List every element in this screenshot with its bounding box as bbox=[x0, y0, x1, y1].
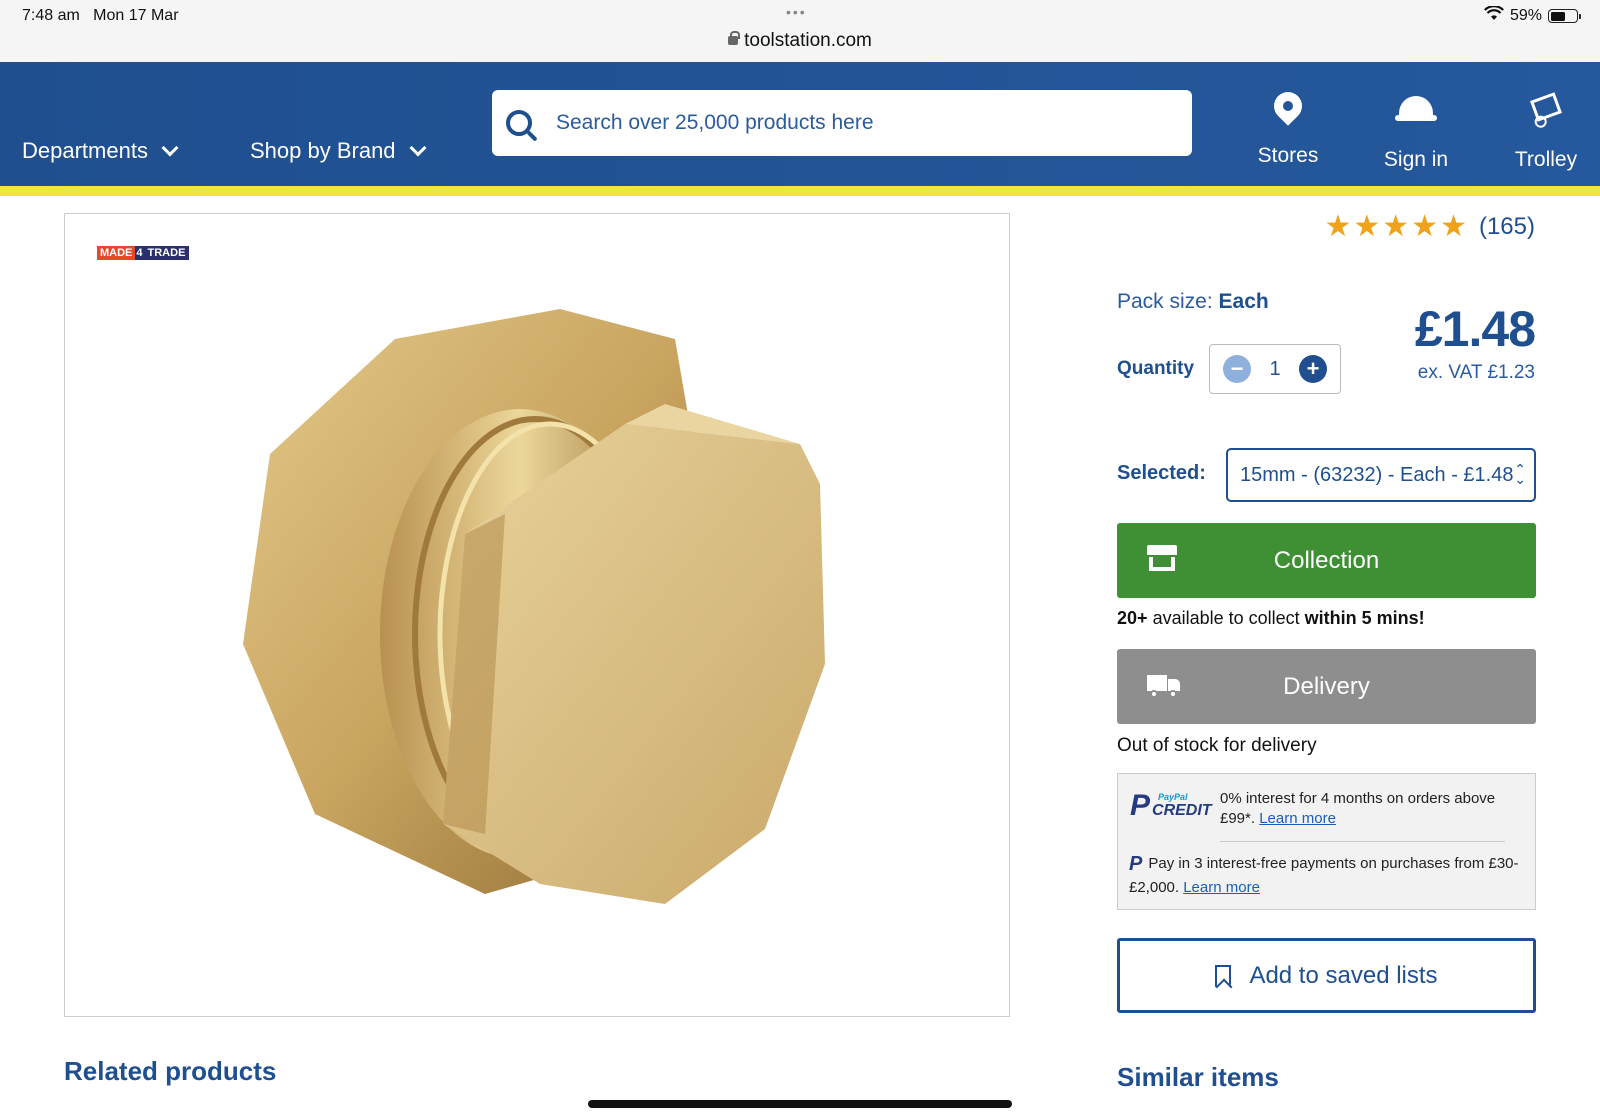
variant-select[interactable]: 15mm - (63232) - Each - £1.48 ⌃ ⌄ bbox=[1226, 448, 1536, 502]
paypal-credit-banner: P PayPal CREDIT 0% interest for 4 months … bbox=[1117, 773, 1536, 910]
rating-count[interactable]: (165) bbox=[1479, 213, 1535, 241]
lock-icon bbox=[728, 31, 741, 45]
star-icon: ★ bbox=[1324, 210, 1352, 243]
battery-percent: 59% bbox=[1509, 7, 1542, 24]
url-text: toolstation.com bbox=[744, 30, 872, 51]
site-header: Departments Shop by Brand Search over 25… bbox=[0, 62, 1600, 196]
delivery-status: Out of stock for delivery bbox=[1117, 735, 1317, 756]
store-icon bbox=[1147, 545, 1177, 571]
stores-label: Stores bbox=[1257, 144, 1319, 167]
select-arrows-icon: ⌃ ⌄ bbox=[1514, 461, 1526, 487]
star-icon: ★ bbox=[1353, 210, 1381, 243]
search-placeholder: Search over 25,000 products here bbox=[556, 111, 874, 134]
search-input[interactable]: Search over 25,000 products here bbox=[492, 90, 1192, 156]
variant-select-value: 15mm - (63232) - Each - £1.48 bbox=[1240, 463, 1514, 486]
trolley-button[interactable]: Trolley bbox=[1496, 88, 1596, 172]
status-bar: 7:48 am Mon 17 Mar ••• toolstation.com 5… bbox=[0, 0, 1600, 62]
product-rating[interactable]: ★ ★ ★ ★ ★ (165) bbox=[1324, 212, 1535, 242]
search-icon[interactable] bbox=[506, 110, 532, 136]
pay3-learn-more-link[interactable]: Learn more bbox=[1183, 879, 1260, 896]
bookmark-icon bbox=[1215, 964, 1232, 987]
pack-size: Pack size: Each bbox=[1117, 290, 1269, 314]
more-dots-icon[interactable]: ••• bbox=[786, 4, 807, 20]
divider bbox=[1220, 841, 1505, 842]
similar-items-heading: Similar items bbox=[1117, 1062, 1279, 1092]
battery-icon bbox=[1548, 9, 1581, 23]
price-ex-vat: ex. VAT £1.23 bbox=[1417, 362, 1535, 383]
paypal-icon: P bbox=[1130, 789, 1151, 822]
home-indicator[interactable] bbox=[588, 1100, 1012, 1108]
truck-icon bbox=[1147, 675, 1181, 698]
shop-by-brand-label: Shop by Brand bbox=[250, 138, 396, 163]
hard-hat-icon bbox=[1395, 96, 1437, 121]
pack-size-label: Pack size: bbox=[1117, 290, 1213, 313]
increase-quantity-button[interactable]: + bbox=[1299, 355, 1327, 383]
product-image-frame[interactable]: MADE 4 TRADE bbox=[64, 213, 1010, 1017]
decrease-quantity-button[interactable]: − bbox=[1223, 355, 1251, 383]
quantity-stepper: − 1 + bbox=[1209, 344, 1341, 394]
paypal-icon: P bbox=[1129, 853, 1143, 875]
related-products-heading: Related products bbox=[64, 1056, 277, 1086]
star-icon: ★ bbox=[1411, 210, 1439, 243]
wifi-icon bbox=[1483, 5, 1504, 26]
chevron-down-icon bbox=[161, 139, 179, 157]
location-pin-icon bbox=[1268, 86, 1308, 126]
sign-in-button[interactable]: Sign in bbox=[1366, 88, 1466, 172]
header-accent-bar bbox=[0, 186, 1600, 196]
add-to-saved-lists-button[interactable]: Add to saved lists bbox=[1117, 938, 1536, 1013]
collection-button[interactable]: Collection bbox=[1117, 523, 1536, 598]
collection-availability: 20+ available to collect within 5 mins! bbox=[1117, 608, 1425, 628]
star-icon: ★ bbox=[1382, 210, 1410, 243]
sign-in-label: Sign in bbox=[1383, 148, 1449, 171]
star-icon: ★ bbox=[1440, 210, 1467, 243]
departments-label: Departments bbox=[22, 138, 148, 163]
pack-size-value: Each bbox=[1218, 290, 1269, 313]
status-time: 7:48 am Mon 17 Mar bbox=[22, 7, 179, 24]
stores-button[interactable]: Stores bbox=[1238, 86, 1338, 168]
delivery-label: Delivery bbox=[1283, 672, 1370, 700]
shop-by-brand-menu[interactable]: Shop by Brand bbox=[250, 138, 427, 164]
paypal-credit-text: 0% interest for 4 months on orders above… bbox=[1220, 790, 1496, 827]
departments-menu[interactable]: Departments bbox=[22, 138, 179, 164]
add-to-saved-lists-label: Add to saved lists bbox=[1249, 961, 1438, 989]
price: £1.48 bbox=[1414, 301, 1536, 357]
credit-learn-more-link[interactable]: Learn more bbox=[1259, 810, 1336, 827]
paypal-credit-logo: P PayPal CREDIT bbox=[1130, 789, 1212, 822]
chevron-down-icon bbox=[409, 139, 427, 157]
quantity-label: Quantity bbox=[1117, 358, 1195, 379]
collection-label: Collection bbox=[1273, 546, 1380, 574]
price-block: £1.48 ex. VAT £1.23 bbox=[1414, 300, 1536, 384]
quantity-value[interactable]: 1 bbox=[1269, 358, 1280, 381]
paypal-pay-in-3-text: P Pay in 3 interest-free payments on purc… bbox=[1129, 853, 1519, 896]
delivery-button[interactable]: Delivery bbox=[1117, 649, 1536, 724]
address-bar[interactable]: toolstation.com bbox=[0, 30, 1600, 52]
trolley-icon bbox=[1530, 92, 1562, 122]
status-right: 59% bbox=[1483, 5, 1581, 26]
trolley-label: Trolley bbox=[1514, 148, 1578, 171]
selected-label: Selected: bbox=[1117, 462, 1206, 484]
brass-stop-end-image bbox=[243, 309, 825, 904]
